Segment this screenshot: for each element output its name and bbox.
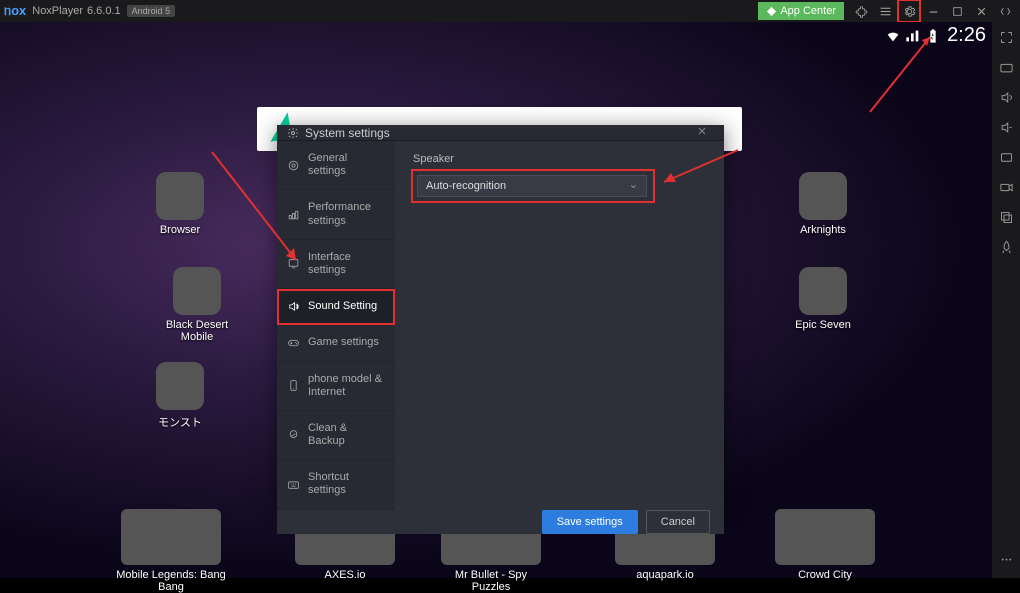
wifi-icon	[885, 28, 901, 44]
dialog-header: System settings	[277, 125, 724, 141]
volume-up-icon[interactable]	[997, 88, 1015, 106]
nav-general[interactable]: General settings	[277, 141, 395, 190]
battery-icon	[925, 28, 941, 44]
app-name: NoxPlayer	[32, 5, 83, 17]
clock: 2:26	[947, 24, 986, 47]
puzzle-icon[interactable]	[850, 0, 872, 22]
dialog-close-button[interactable]	[696, 125, 714, 140]
android-tag: Android 5	[127, 5, 176, 17]
dialog-footer: Save settings Cancel	[277, 510, 724, 534]
volume-down-icon[interactable]	[997, 118, 1015, 136]
record-icon[interactable]	[997, 178, 1015, 196]
multi-instance-icon[interactable]	[997, 208, 1015, 226]
signal-icon	[905, 28, 921, 44]
nav-phone[interactable]: phone model & Internet	[277, 362, 395, 411]
app-mlbb[interactable]: Mobile Legends: Bang Bang	[116, 509, 226, 593]
fullscreen-icon[interactable]	[997, 28, 1015, 46]
speaker-dropdown[interactable]: Auto-recognition	[417, 175, 647, 197]
collapse-icon[interactable]	[994, 0, 1016, 22]
app-monst[interactable]: モンスト	[152, 362, 208, 430]
dialog-title: System settings	[305, 126, 390, 140]
nav-interface[interactable]: Interface settings	[277, 240, 395, 289]
app-center-button[interactable]: App Center	[758, 2, 844, 20]
more-icon[interactable]	[997, 550, 1015, 568]
nav-sound[interactable]: Sound Setting	[277, 289, 395, 325]
app-epic[interactable]: Epic Seven	[795, 267, 851, 331]
sidebar-right	[992, 22, 1020, 578]
speaker-label: Speaker	[413, 153, 706, 165]
app-arknights[interactable]: Arknights	[795, 172, 851, 236]
nav-performance[interactable]: Performance settings	[277, 190, 395, 239]
settings-nav: General settings Performance settings In…	[277, 141, 395, 510]
close-icon[interactable]	[970, 0, 992, 22]
gear-icon[interactable]	[898, 0, 920, 22]
minimize-icon[interactable]	[922, 0, 944, 22]
titlebar: ᥒox NoxPlayer 6.6.0.1 Android 5 App Cent…	[0, 0, 1020, 22]
menu-icon[interactable]	[874, 0, 896, 22]
app-browser[interactable]: Browser	[152, 172, 208, 236]
keyboard-icon[interactable]	[997, 58, 1015, 76]
cancel-button[interactable]: Cancel	[646, 510, 710, 534]
nav-game[interactable]: Game settings	[277, 325, 395, 361]
screenshot-icon[interactable]	[997, 148, 1015, 166]
chevron-down-icon	[629, 182, 638, 191]
nav-clean[interactable]: Clean & Backup	[277, 411, 395, 460]
app-version: 6.6.0.1	[87, 5, 121, 17]
gear-icon	[287, 127, 299, 139]
app-crowd[interactable]: Crowd City	[770, 509, 880, 581]
desktop-area: 2:26 Browser Black Desert Mobile モンスト Ar…	[0, 22, 992, 578]
rocket-icon[interactable]	[997, 238, 1015, 256]
maximize-icon[interactable]	[946, 0, 968, 22]
app-bdm[interactable]: Black Desert Mobile	[152, 267, 242, 343]
save-button[interactable]: Save settings	[542, 510, 638, 534]
nox-logo: ᥒox	[4, 3, 26, 19]
nav-shortcut[interactable]: Shortcut settings	[277, 460, 395, 509]
settings-dialog: System settings General settings Perform…	[277, 125, 724, 502]
settings-content: Speaker Auto-recognition	[395, 141, 724, 510]
android-status-bar: 2:26	[885, 24, 986, 47]
